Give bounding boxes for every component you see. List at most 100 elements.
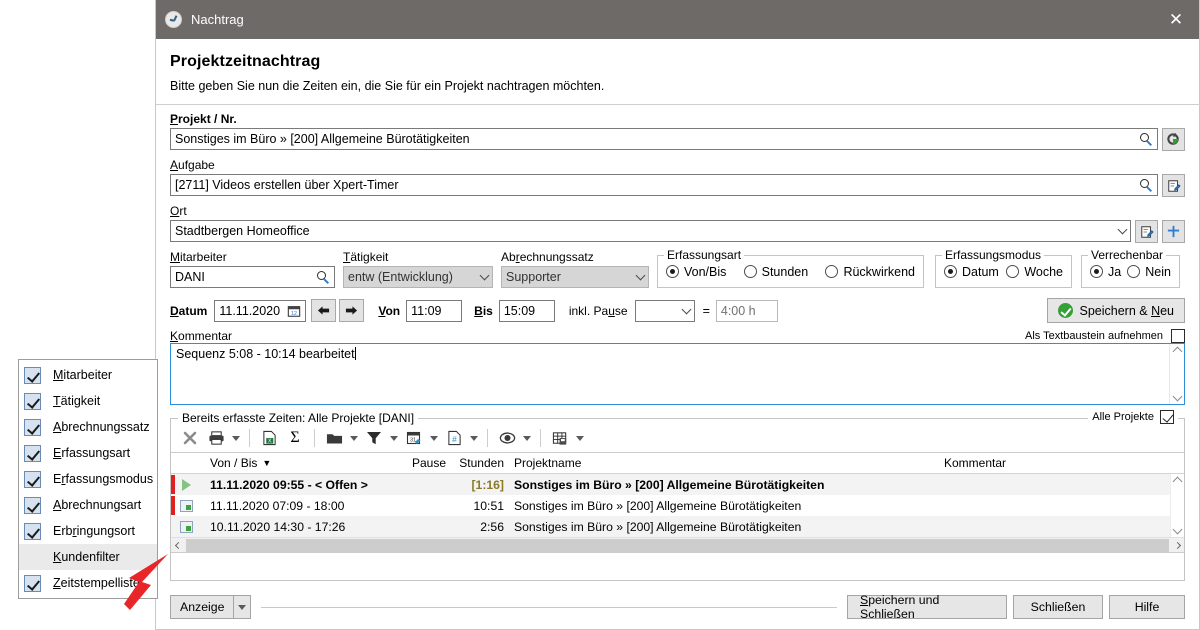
anzeige-split-button[interactable]: Anzeige <box>170 595 252 619</box>
table-vertical-scrollbar[interactable] <box>1170 474 1184 537</box>
projekt-settings-button[interactable] <box>1162 128 1185 151</box>
radio-rueckwirkend[interactable]: Rückwirkend <box>825 265 915 279</box>
radio-von-bis[interactable]: Von/Bis <box>666 265 726 279</box>
save-and-close-button[interactable]: Speichern und Schließen <box>847 593 1007 621</box>
aufgabe-input[interactable]: [2711] Videos erstellen über Xpert-Timer <box>170 174 1158 196</box>
anzeige-button[interactable]: Anzeige <box>170 595 235 619</box>
context-menu-item-erfassungsmodus[interactable]: Erfassungsmodus <box>19 466 157 492</box>
anzeige-dropdown-arrow[interactable] <box>234 595 252 619</box>
print-dropdown-arrow[interactable] <box>229 426 243 450</box>
prev-day-button[interactable] <box>311 299 337 322</box>
calendar-icon[interactable]: 12 <box>287 304 301 318</box>
ort-label: Ort <box>170 204 187 218</box>
scroll-right-icon[interactable] <box>1170 541 1184 549</box>
table-header-kommentar[interactable]: Kommentar <box>939 456 1184 470</box>
context-menu-item-label: Abrechnungsart <box>53 498 142 512</box>
eye-dropdown-arrow[interactable] <box>520 426 534 450</box>
excel-export-icon[interactable]: X <box>256 426 282 450</box>
eye-icon[interactable] <box>494 426 520 450</box>
context-menu-item-abrechnungssatz[interactable]: Abrechnungssatz <box>19 414 157 440</box>
context-menu-item-abrechnungsart[interactable]: Abrechnungsart <box>19 492 157 518</box>
checkbox-icon[interactable] <box>24 418 41 436</box>
chevron-down-icon[interactable] <box>479 270 490 281</box>
chevron-down-icon[interactable] <box>1117 224 1128 235</box>
scroll-left-icon[interactable] <box>171 541 185 549</box>
grid-save-icon[interactable] <box>547 426 573 450</box>
title-bar: Nachtrag ✕ <box>156 0 1199 39</box>
grid-dropdown-arrow[interactable] <box>573 426 587 450</box>
filter-dropdown-arrow[interactable] <box>387 426 401 450</box>
radio-woche[interactable]: Woche <box>1006 265 1063 279</box>
datum-input[interactable]: 11.11.2020 12 <box>214 299 307 322</box>
close-button[interactable]: Schließen <box>1013 595 1103 619</box>
filter-funnel-icon[interactable] <box>361 426 387 450</box>
context-menu-item-mitarbeiter[interactable]: Mitarbeiter <box>19 362 157 388</box>
scroll-up-icon[interactable] <box>1172 476 1183 487</box>
table-header-pause[interactable]: Pause <box>391 456 451 470</box>
table-row[interactable]: 10.11.2020 14:30 - 17:26 2:56 Sonstiges … <box>171 516 1184 537</box>
search-icon[interactable] <box>1140 132 1153 146</box>
chevron-down-icon[interactable] <box>635 270 646 281</box>
pause-combobox[interactable] <box>634 299 695 322</box>
aufgabe-edit-button[interactable] <box>1162 174 1185 197</box>
next-day-button[interactable] <box>339 299 365 322</box>
checkbox-icon[interactable] <box>24 574 41 592</box>
document-number-icon[interactable]: # <box>441 426 467 450</box>
table-header-von-bis[interactable]: Von / Bis ▼ <box>205 456 391 470</box>
ort-combobox[interactable]: Stadtbergen Homeoffice <box>170 220 1131 242</box>
stamped-entry-icon <box>180 499 193 512</box>
calendar-dropdown-arrow[interactable] <box>427 426 441 450</box>
print-icon[interactable] <box>203 426 229 450</box>
context-menu-item-erbringungsort[interactable]: Erbringungsort <box>19 518 157 544</box>
document-dropdown-arrow[interactable] <box>467 426 481 450</box>
radio-datum[interactable]: Datum <box>944 265 999 279</box>
mitarbeiter-input[interactable]: DANI <box>170 266 335 288</box>
taetigkeit-combobox[interactable]: entw (Entwicklung) <box>343 266 493 288</box>
search-icon[interactable] <box>317 270 330 284</box>
close-icon[interactable]: ✕ <box>1153 0 1199 39</box>
radio-stunden[interactable]: Stunden <box>743 265 808 279</box>
row-projektname: Sonstiges im Büro » [200] Allgemeine Bür… <box>514 477 825 492</box>
radio-nein[interactable]: Nein <box>1127 265 1171 279</box>
verrechenbar-group: Verrechenbar Ja Nein <box>1081 248 1180 288</box>
scroll-down-icon[interactable] <box>1172 391 1182 402</box>
checkbox-icon[interactable] <box>24 549 41 566</box>
scroll-down-icon[interactable] <box>1172 524 1183 535</box>
context-menu-item-taetigkeit[interactable]: Tätigkeit <box>19 388 157 414</box>
table-row[interactable]: 11.11.2020 07:09 - 18:00 10:51 Sonstiges… <box>171 495 1184 516</box>
table-header-stunden[interactable]: Stunden <box>451 456 509 470</box>
calendar-icon[interactable]: 31 <box>401 426 427 450</box>
help-button[interactable]: Hilfe <box>1109 595 1185 619</box>
delete-x-icon[interactable] <box>177 426 203 450</box>
checkbox-icon[interactable] <box>24 366 41 384</box>
row-von-bis: 11.11.2020 09:55 - < Offen > <box>210 477 368 492</box>
ort-new-button[interactable] <box>1162 220 1185 243</box>
context-menu-item-erfassungsart[interactable]: Erfassungsart <box>19 440 157 466</box>
textbaustein-checkbox[interactable] <box>1171 329 1185 343</box>
search-icon[interactable] <box>1140 178 1153 192</box>
checkbox-icon[interactable] <box>24 470 41 488</box>
table-header-projektname[interactable]: Projektname <box>509 456 939 470</box>
folder-dropdown-arrow[interactable] <box>347 426 361 450</box>
checkbox-icon[interactable] <box>24 444 41 462</box>
checkbox-icon[interactable] <box>24 522 41 540</box>
chevron-down-icon[interactable] <box>681 304 692 314</box>
table-row[interactable]: 11.11.2020 09:55 - < Offen > [1:16] Sons… <box>171 474 1184 495</box>
abrechnungssatz-combobox[interactable]: Supporter <box>501 266 649 288</box>
sum-sigma-icon[interactable]: Σ <box>282 426 308 450</box>
checkbox-icon[interactable] <box>24 496 41 514</box>
scroll-up-icon[interactable] <box>1172 346 1182 357</box>
kommentar-textarea[interactable]: Sequenz 5:08 - 10:14 bearbeitet <box>170 343 1185 405</box>
kommentar-scrollbar[interactable] <box>1169 344 1184 404</box>
ort-edit-button[interactable] <box>1135 220 1158 243</box>
projekt-input[interactable]: Sonstiges im Büro » [200] Allgemeine Bür… <box>170 128 1158 150</box>
svg-text:#: # <box>452 434 457 444</box>
table-horizontal-scrollbar[interactable] <box>171 537 1184 552</box>
save-and-new-button[interactable]: Speichern & Neu <box>1047 298 1185 323</box>
alle-projekte-checkbox[interactable] <box>1160 410 1174 424</box>
radio-ja[interactable]: Ja <box>1090 265 1121 279</box>
checkbox-icon[interactable] <box>24 392 41 410</box>
bis-input[interactable]: 15:09 <box>498 299 555 322</box>
folder-icon[interactable] <box>321 426 347 450</box>
von-input[interactable]: 11:09 <box>406 299 463 322</box>
